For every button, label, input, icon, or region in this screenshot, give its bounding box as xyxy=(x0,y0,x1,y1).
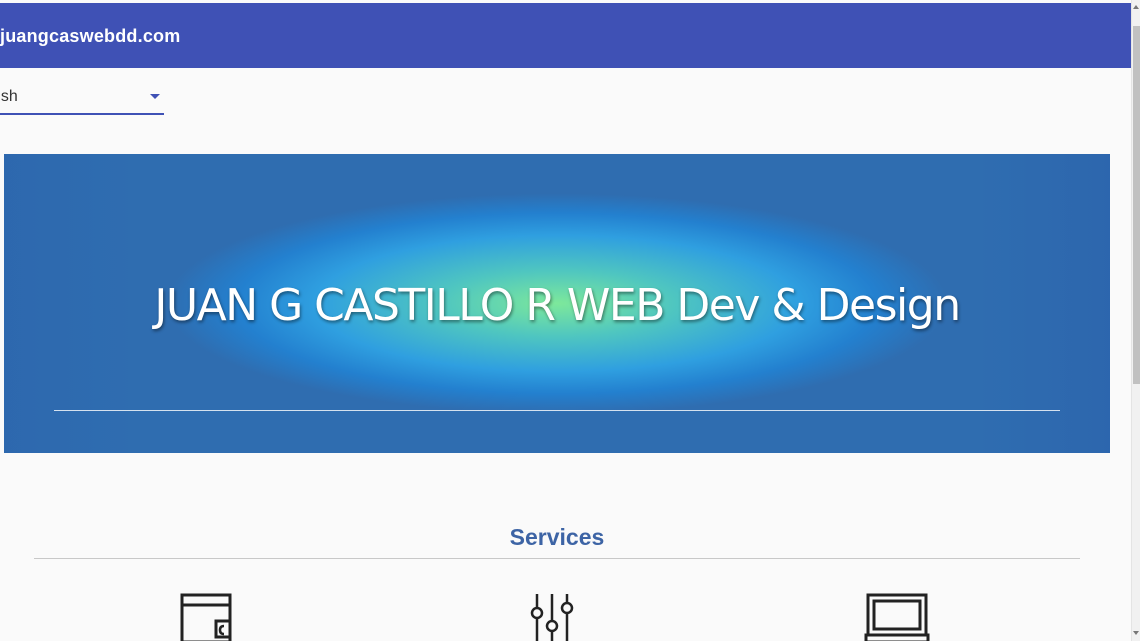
scrollbar-thumb[interactable] xyxy=(1133,26,1140,384)
scroll-down-icon[interactable] xyxy=(1133,631,1139,635)
wallet-icon xyxy=(180,592,234,641)
hero-divider xyxy=(54,410,1060,411)
scroll-up-icon[interactable] xyxy=(1133,5,1139,9)
site-title[interactable]: juangcaswebdd.com xyxy=(0,26,180,47)
page: juangcaswebdd.com nglish JUAN G CASTILLO… xyxy=(0,0,1140,641)
hero-banner: JUAN G CASTILLO R WEB Dev & Design xyxy=(4,154,1110,453)
dropdown-arrow-icon xyxy=(150,94,160,99)
scrollbar[interactable] xyxy=(1131,0,1140,641)
hero-title: JUAN G CASTILLO R WEB Dev & Design xyxy=(154,280,961,331)
services-heading: Services xyxy=(509,524,605,550)
services-divider xyxy=(34,558,1080,559)
sliders-icon xyxy=(530,592,574,641)
toolbar: juangcaswebdd.com xyxy=(0,4,1131,68)
language-select-value: nglish xyxy=(0,88,18,105)
language-select[interactable]: nglish xyxy=(0,82,164,115)
laptop-icon xyxy=(864,592,930,641)
